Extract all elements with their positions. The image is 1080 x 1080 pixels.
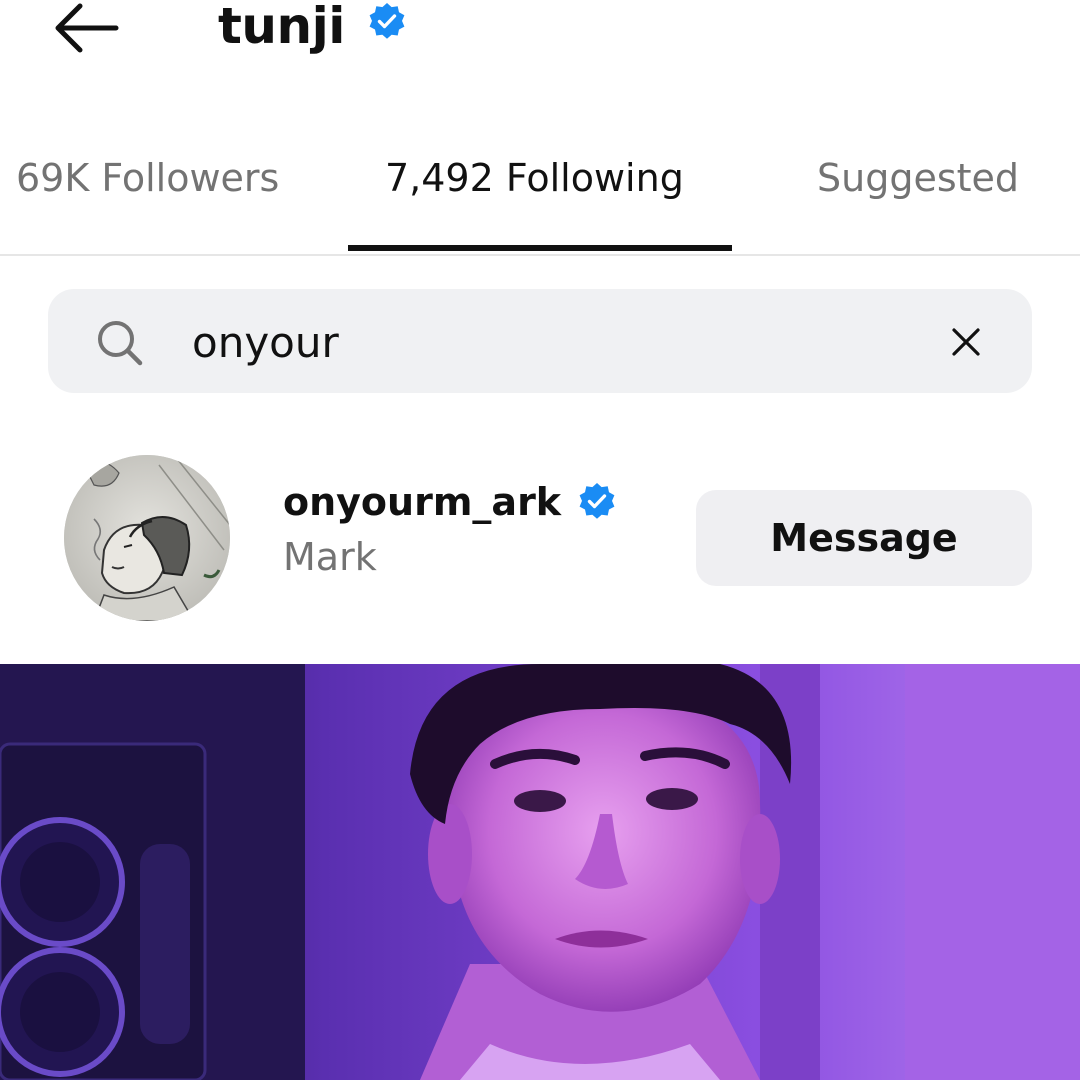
tab-followers[interactable]: 69K Followers <box>16 156 279 200</box>
clear-search-button[interactable] <box>936 312 996 372</box>
top-bar: tunji <box>0 0 1080 100</box>
active-tab-indicator <box>348 245 732 251</box>
result-username-row[interactable]: onyourm_ark <box>283 480 617 524</box>
verified-badge-icon <box>579 483 615 519</box>
person-photo-image <box>0 664 1080 1080</box>
tab-suggested[interactable]: Suggested <box>817 156 1019 200</box>
following-screen: tunji 69K Followers 7,492 Following Sugg… <box>0 0 1080 1080</box>
follow-tabs: 69K Followers 7,492 Following Suggested <box>0 130 1080 256</box>
profile-title: tunji <box>218 0 407 58</box>
back-button[interactable] <box>40 0 130 56</box>
username: onyourm_ark <box>283 480 562 524</box>
avatar-sketch-image <box>64 455 230 621</box>
close-icon <box>952 328 980 356</box>
search-icon <box>98 321 143 366</box>
tab-following[interactable]: 7,492 Following <box>385 156 684 200</box>
arrow-left-icon <box>55 3 119 53</box>
page-title: tunji <box>218 0 345 55</box>
verified-badge-icon <box>369 3 405 39</box>
full-name: Mark <box>283 535 377 579</box>
search-input[interactable] <box>192 304 892 380</box>
avatar[interactable] <box>64 455 230 621</box>
message-button[interactable]: Message <box>696 490 1032 586</box>
photo-preview <box>0 664 1080 1080</box>
